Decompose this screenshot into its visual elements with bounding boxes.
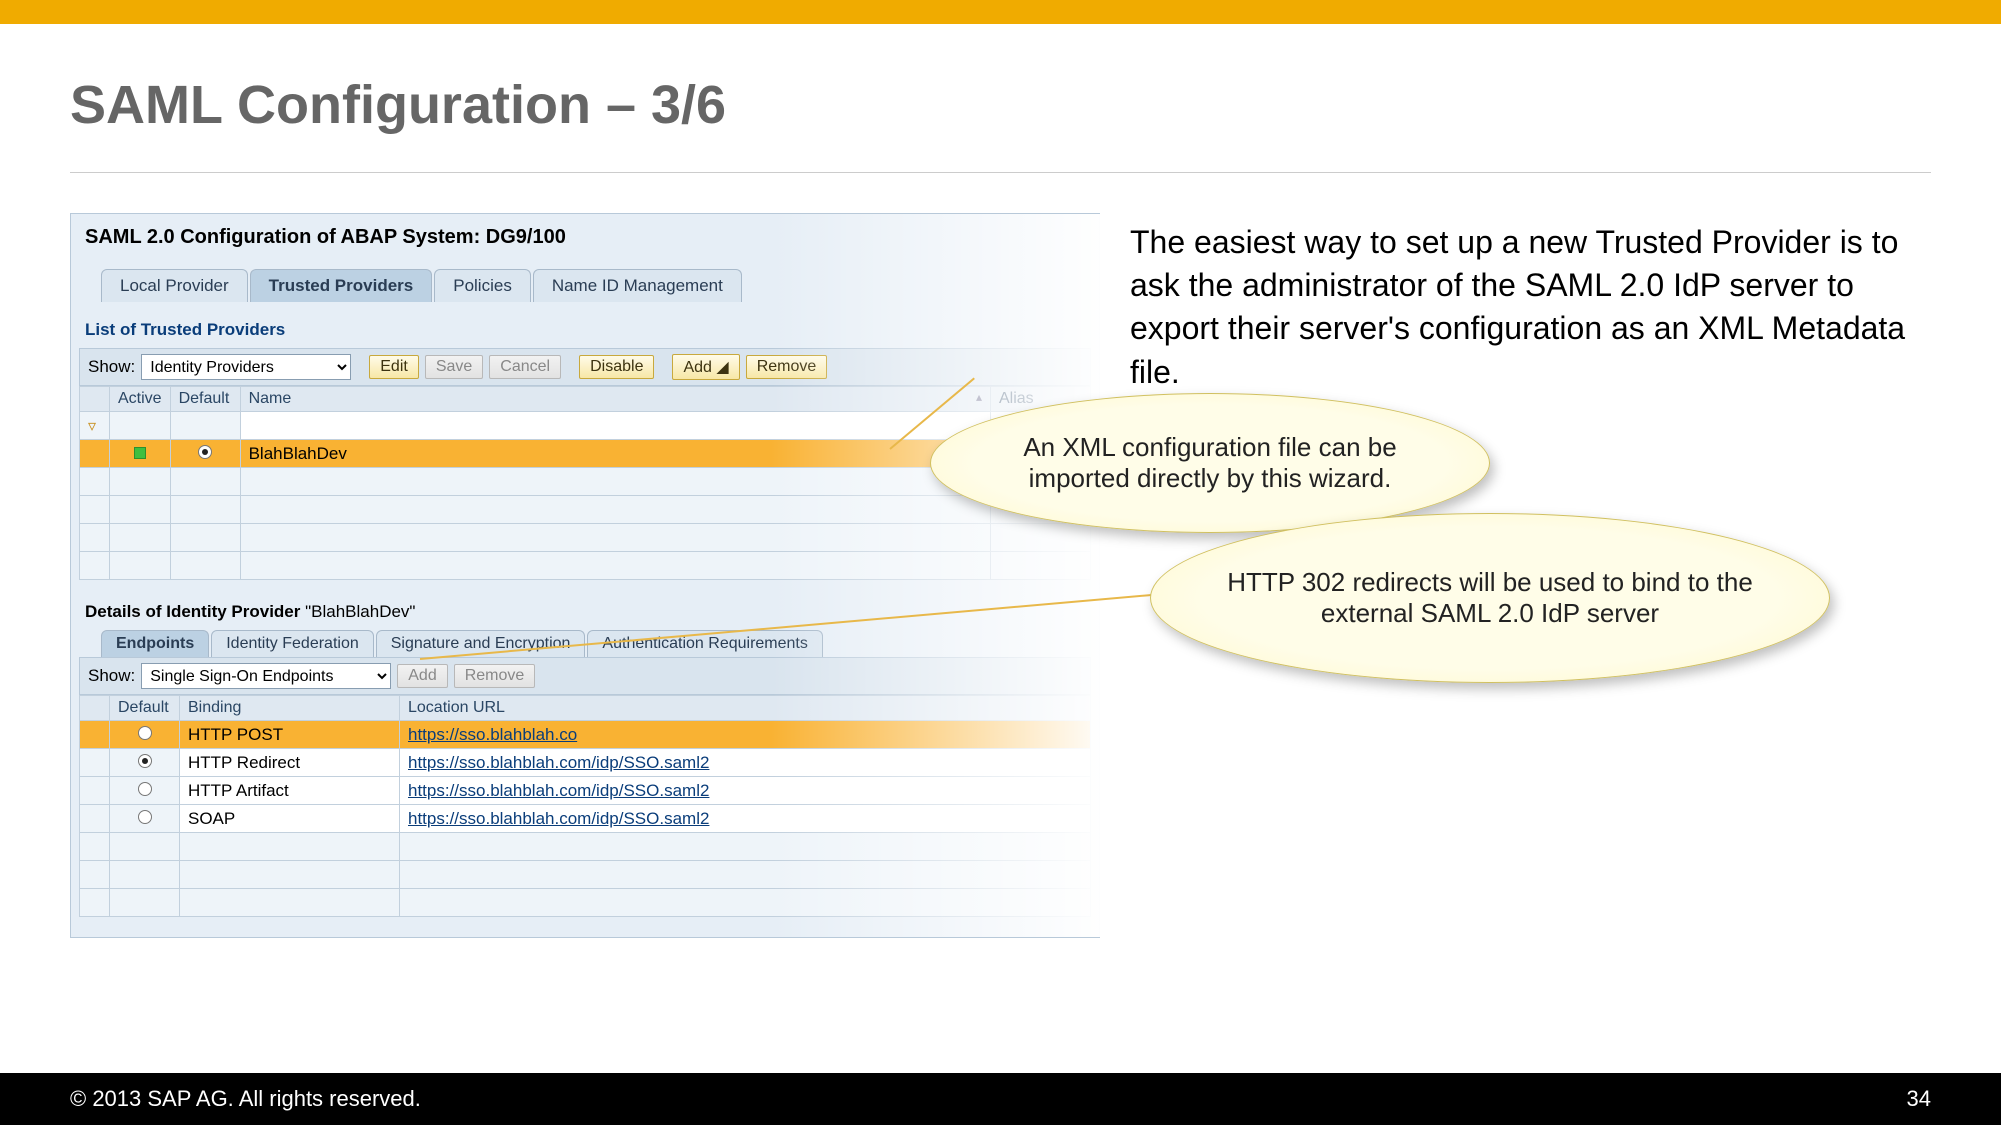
binding-cell: SOAP xyxy=(180,805,400,833)
binding-cell: HTTP POST xyxy=(180,721,400,749)
binding-cell: HTTP Artifact xyxy=(180,777,400,805)
footer-copyright: © 2013 SAP AG. All rights reserved. xyxy=(70,1086,421,1112)
panel-title: SAML 2.0 Configuration of ABAP System: D… xyxy=(71,214,1099,261)
col-default: Default xyxy=(170,387,240,412)
tab-policies[interactable]: Policies xyxy=(434,269,531,302)
main-tabs: Local Provider Trusted Providers Policie… xyxy=(101,269,1099,302)
default-radio[interactable] xyxy=(198,445,212,459)
default-radio[interactable] xyxy=(138,782,152,796)
disable-button[interactable]: Disable xyxy=(579,355,654,379)
tab-trusted-providers[interactable]: Trusted Providers xyxy=(250,269,433,302)
show-label: Show: xyxy=(88,357,135,377)
providers-table: Active Default Name▴ Alias ▿ BlahBlahDev xyxy=(79,386,1091,580)
default-radio[interactable] xyxy=(138,810,152,824)
save-button[interactable]: Save xyxy=(425,355,483,379)
location-link[interactable]: https://sso.blahblah.com/idp/SSO.saml2 xyxy=(400,749,1091,777)
default-radio[interactable] xyxy=(138,754,152,768)
show-select[interactable]: Identity Providers xyxy=(141,354,351,380)
callout-xml-import: An XML configuration file can be importe… xyxy=(930,393,1490,533)
table-row[interactable]: HTTP Redirect https://sso.blahblah.com/i… xyxy=(80,749,1091,777)
divider xyxy=(70,172,1931,173)
add-button[interactable]: Add ◢ xyxy=(672,354,739,380)
cancel-button[interactable]: Cancel xyxy=(489,355,561,379)
default-radio[interactable] xyxy=(138,726,152,740)
active-indicator-icon xyxy=(134,447,146,459)
trusted-providers-label: List of Trusted Providers xyxy=(85,320,1099,340)
callout-http-redirect: HTTP 302 redirects will be used to bind … xyxy=(1150,513,1830,683)
endpoints-remove-button[interactable]: Remove xyxy=(454,664,536,688)
tab-identity-federation[interactable]: Identity Federation xyxy=(211,630,374,657)
tab-local-provider[interactable]: Local Provider xyxy=(101,269,248,302)
table-row[interactable]: HTTP Artifact https://sso.blahblah.com/i… xyxy=(80,777,1091,805)
endpoints-toolbar: Show: Single Sign-On Endpoints Add Remov… xyxy=(79,657,1091,695)
provider-name-cell: BlahBlahDev xyxy=(240,440,990,468)
slide-accent-bar xyxy=(0,0,2001,24)
content-area: SAML 2.0 Configuration of ABAP System: D… xyxy=(70,213,1931,1063)
endpoints-show-select[interactable]: Single Sign-On Endpoints xyxy=(141,663,391,689)
col-active: Active xyxy=(110,387,171,412)
slide-title: SAML Configuration – 3/6 xyxy=(70,74,2001,136)
slide-body-text: The easiest way to set up a new Trusted … xyxy=(1130,221,1931,394)
col-ep-location: Location URL xyxy=(400,696,1091,721)
page-number: 34 xyxy=(1907,1086,1931,1112)
endpoints-table: Default Binding Location URL HTTP POST h… xyxy=(79,695,1091,917)
col-name: Name▴ xyxy=(240,387,990,412)
table-row[interactable]: SOAP https://sso.blahblah.com/idp/SSO.sa… xyxy=(80,805,1091,833)
tab-name-id-management[interactable]: Name ID Management xyxy=(533,269,742,302)
table-row[interactable]: HTTP POST https://sso.blahblah.co xyxy=(80,721,1091,749)
endpoints-add-button[interactable]: Add xyxy=(397,664,447,688)
footer-bar: © 2013 SAP AG. All rights reserved. 34 xyxy=(0,1073,2001,1125)
tab-endpoints[interactable]: Endpoints xyxy=(101,630,209,657)
col-ep-default: Default xyxy=(110,696,180,721)
binding-cell: HTTP Redirect xyxy=(180,749,400,777)
col-ep-binding: Binding xyxy=(180,696,400,721)
edit-button[interactable]: Edit xyxy=(369,355,419,379)
sort-icon[interactable]: ▴ xyxy=(976,390,982,404)
location-link[interactable]: https://sso.blahblah.co xyxy=(400,721,1091,749)
filter-icon[interactable]: ▿ xyxy=(88,418,96,435)
remove-button[interactable]: Remove xyxy=(746,355,828,379)
endpoints-show-label: Show: xyxy=(88,666,135,686)
location-link[interactable]: https://sso.blahblah.com/idp/SSO.saml2 xyxy=(400,777,1091,805)
sap-config-panel: SAML 2.0 Configuration of ABAP System: D… xyxy=(70,213,1100,938)
location-link[interactable]: https://sso.blahblah.com/idp/SSO.saml2 xyxy=(400,805,1091,833)
providers-toolbar: Show: Identity Providers Edit Save Cance… xyxy=(79,348,1091,386)
